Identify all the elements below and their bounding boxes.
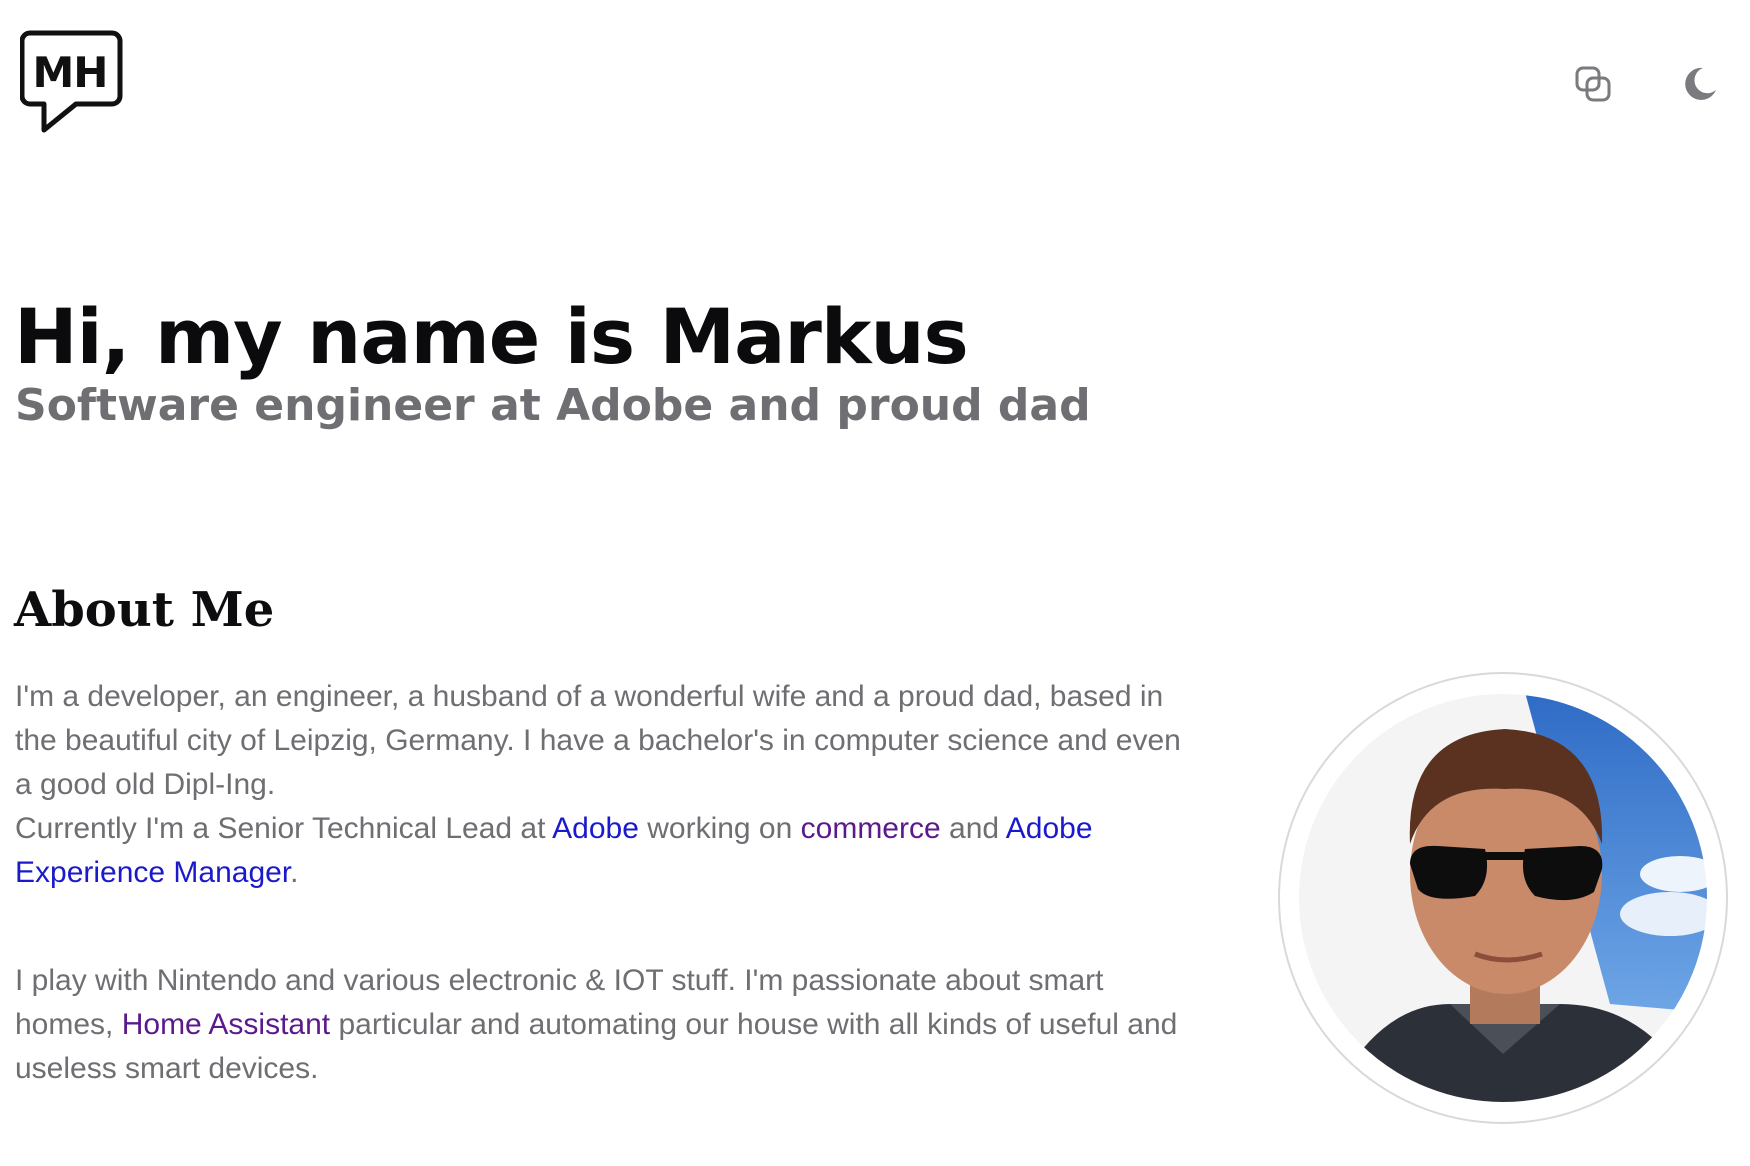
site-logo[interactable]: MH	[20, 30, 124, 136]
profile-photo	[1295, 690, 1711, 1106]
theme-toggle-button[interactable]	[1677, 62, 1721, 106]
page: MH Hi, my name is Markus Software engine…	[0, 0, 1750, 1166]
avatar	[1278, 672, 1728, 1124]
home-assistant-link[interactable]: Home Assistant	[122, 1008, 330, 1041]
page-title: Hi, my name is Markus	[14, 292, 969, 381]
contrast-toggle-button[interactable]	[1571, 62, 1615, 106]
about-text: .	[290, 856, 299, 889]
about-text: and	[940, 812, 1006, 845]
about-heading: About Me	[14, 582, 275, 638]
about-text: I'm a developer, an engineer, a husband …	[15, 680, 1181, 801]
about-paragraph-1: I'm a developer, an engineer, a husband …	[15, 675, 1185, 895]
logo-text: MH	[32, 48, 109, 97]
page-subtitle: Software engineer at Adobe and proud dad	[15, 380, 1091, 431]
commerce-link[interactable]: commerce	[801, 812, 941, 845]
about-text: Currently I'm a Senior Technical Lead at	[15, 812, 553, 845]
about-paragraph-2: I play with Nintendo and various electro…	[15, 959, 1185, 1091]
overlapping-squares-icon	[1575, 66, 1611, 102]
about-text: working on	[638, 812, 801, 845]
moon-icon	[1685, 67, 1716, 100]
adobe-link[interactable]: Adobe	[552, 812, 639, 845]
